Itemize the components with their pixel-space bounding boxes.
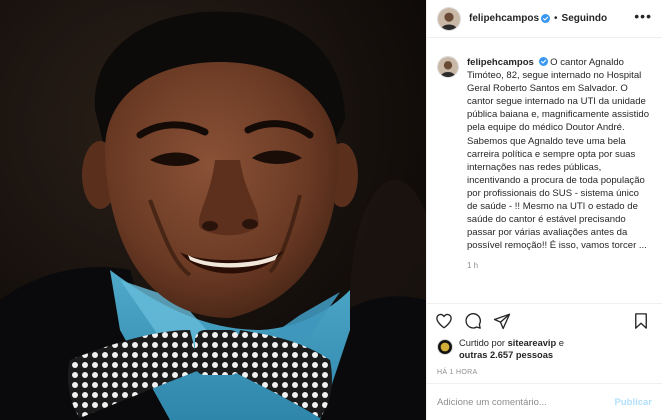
likes-others-link[interactable]: outras 2.657 pessoas <box>459 350 553 360</box>
post-photo[interactable] <box>0 0 426 420</box>
author-username[interactable]: felipehcampos <box>469 13 539 24</box>
verified-badge-icon <box>538 57 548 66</box>
avatar-image <box>438 57 458 77</box>
bookmark-icon <box>635 312 647 329</box>
instagram-post: felipehcampos • Seguindo ••• felipehcamp… <box>0 0 662 420</box>
heart-icon <box>436 313 452 328</box>
post-header: felipehcampos • Seguindo ••• <box>427 0 662 38</box>
post-side-panel: felipehcampos • Seguindo ••• felipehcamp… <box>426 0 662 420</box>
add-comment-bar: Publicar <box>427 383 662 420</box>
like-button[interactable] <box>435 312 453 330</box>
caption-text-block: felipehcampos O cantor Agnaldo Timóteo, … <box>467 56 652 252</box>
more-options-icon[interactable]: ••• <box>634 9 652 29</box>
likes-summary: Curtido por siteareavip e outras 2.657 p… <box>459 337 564 365</box>
follow-status-button[interactable]: Seguindo <box>562 13 608 24</box>
share-icon <box>493 313 511 329</box>
liker-avatar[interactable] <box>437 339 453 355</box>
likes-conjunction: e <box>558 338 564 348</box>
likes-row: Curtido por siteareavip e outras 2.657 p… <box>427 337 662 365</box>
verified-badge-icon <box>541 14 551 23</box>
save-button[interactable] <box>632 312 650 330</box>
publish-button[interactable]: Publicar <box>615 397 653 408</box>
caption-avatar[interactable] <box>437 56 459 78</box>
caption-body: felipehcampos O cantor Agnaldo Timóteo, … <box>467 56 652 303</box>
caption-text: O cantor Agnaldo Timóteo, 82, segue inte… <box>467 57 650 252</box>
avatar-image <box>438 340 452 354</box>
post-timestamp[interactable]: HÁ 1 HORA <box>427 365 662 383</box>
header-separator: • <box>554 13 558 24</box>
action-bar <box>427 303 662 337</box>
comments-area: felipehcampos O cantor Agnaldo Timóteo, … <box>427 38 662 303</box>
caption-time[interactable]: 1 h <box>467 261 652 270</box>
comment-button[interactable] <box>464 312 482 330</box>
portrait-image <box>0 0 426 420</box>
caption-username[interactable]: felipehcampos <box>467 57 534 68</box>
share-button[interactable] <box>493 312 511 330</box>
author-avatar[interactable] <box>437 6 461 31</box>
comment-icon <box>465 312 481 329</box>
avatar-image <box>438 7 460 30</box>
liker-username[interactable]: siteareavip <box>508 338 557 348</box>
likes-prefix: Curtido por <box>459 338 505 348</box>
comment-input[interactable] <box>437 396 607 408</box>
